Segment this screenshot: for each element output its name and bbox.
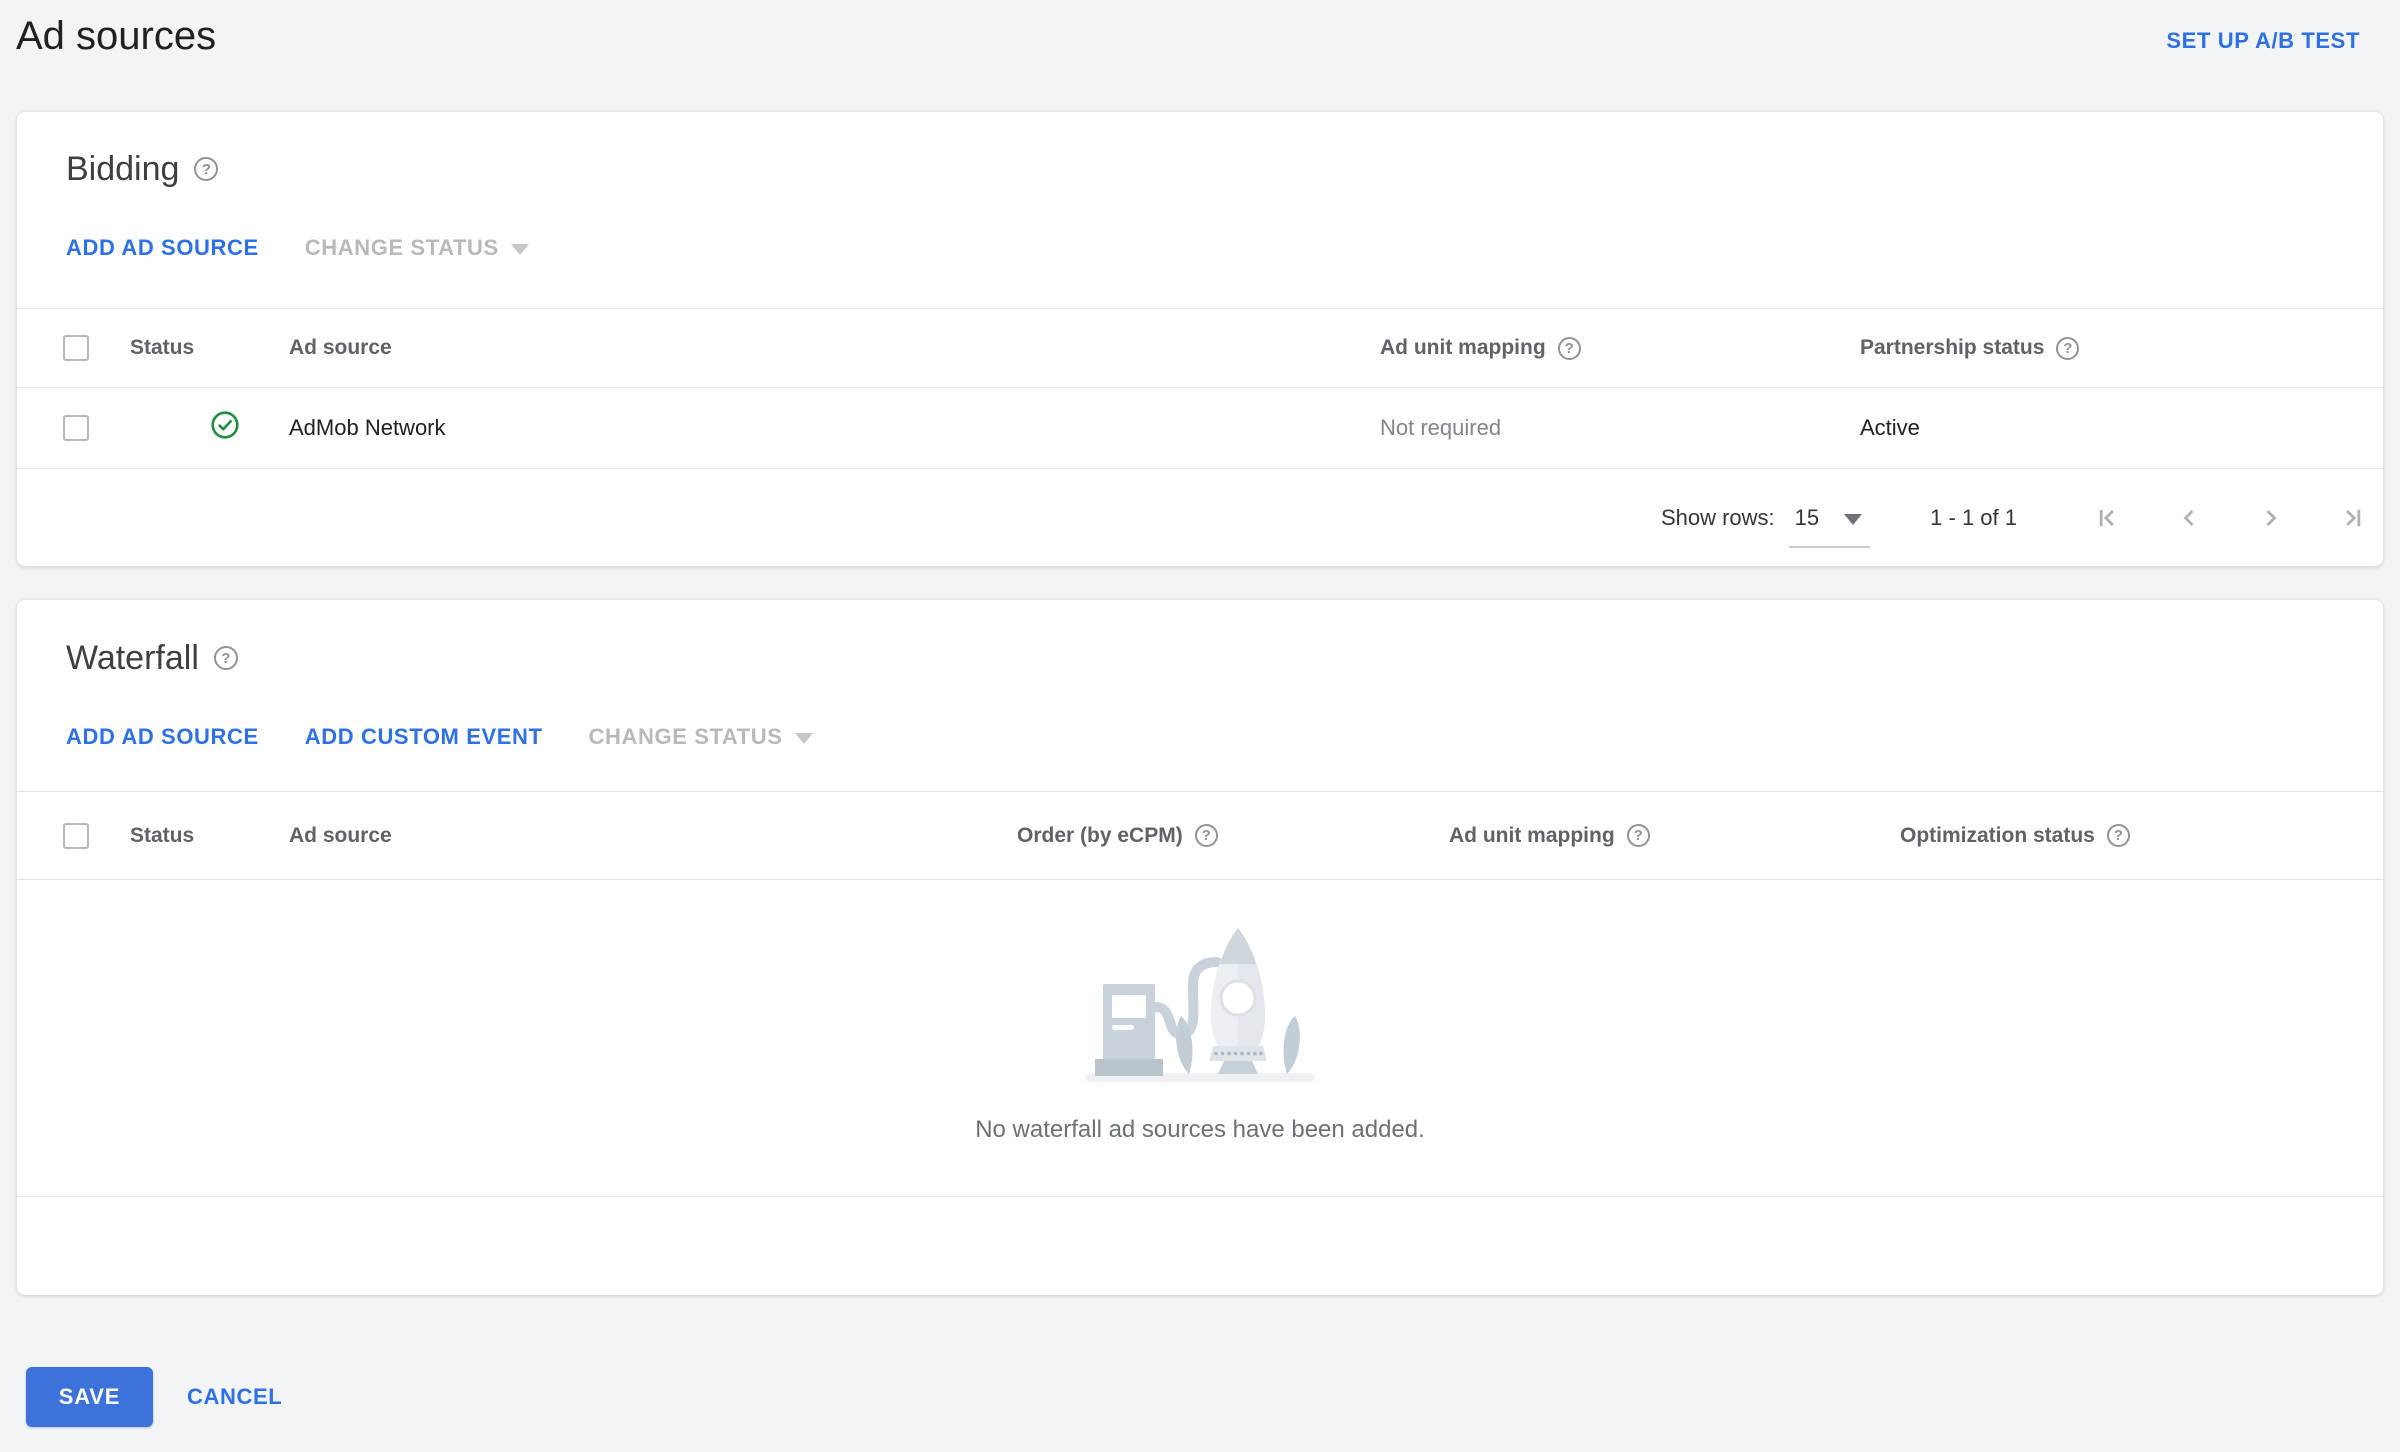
bidding-table-header: Status Ad source Ad unit mapping ? Partn…: [17, 308, 2383, 388]
change-status-button[interactable]: CHANGE STATUS: [589, 724, 813, 750]
column-header-order-ecpm: Order (by eCPM) ?: [1017, 824, 1449, 848]
help-icon[interactable]: ?: [2106, 824, 2130, 847]
column-header-status: Status: [130, 336, 195, 359]
first-page-icon[interactable]: [2093, 504, 2121, 532]
chevron-down-icon: [510, 244, 529, 255]
bidding-table: Status Ad source Ad unit mapping ? Partn…: [17, 308, 2383, 566]
waterfall-card: Waterfall ? ADD AD SOURCE ADD CUSTOM EVE…: [17, 600, 2383, 1295]
help-icon[interactable]: ?: [1626, 824, 1650, 847]
chevron-down-icon: [794, 733, 813, 744]
page-range: 1 - 1 of 1: [1930, 504, 2017, 530]
active-status-icon: [210, 410, 240, 440]
waterfall-table-header: Status Ad source Order (by eCPM) ? Ad un…: [17, 791, 2383, 880]
waterfall-title: Waterfall: [66, 639, 199, 677]
select-all-checkbox[interactable]: [63, 335, 89, 361]
help-icon[interactable]: ?: [213, 646, 238, 670]
bidding-card: Bidding ? ADD AD SOURCE CHANGE STATUS St…: [17, 112, 2383, 566]
change-status-label: CHANGE STATUS: [304, 235, 499, 260]
help-icon[interactable]: ?: [194, 157, 219, 181]
column-header-optimization-status: Optimization status ?: [1900, 824, 2383, 848]
waterfall-card-head: Waterfall ?: [17, 600, 2383, 678]
bidding-pagination: Show rows: 15 1 - 1 of 1: [17, 469, 2383, 566]
add-ad-source-button[interactable]: ADD AD SOURCE: [66, 724, 259, 750]
page-title: Ad sources: [16, 14, 217, 58]
ad-source-name: AdMob Network: [289, 415, 446, 440]
bidding-title: Bidding: [66, 150, 180, 188]
column-header-ad-unit-mapping: Ad unit mapping ?: [1449, 824, 1900, 848]
help-icon[interactable]: ?: [1557, 336, 1581, 360]
partnership-status-value: Active: [1860, 415, 1920, 440]
cancel-button[interactable]: CANCEL: [187, 1384, 282, 1410]
add-custom-event-button[interactable]: ADD CUSTOM EVENT: [305, 724, 543, 750]
next-page-icon[interactable]: [2257, 504, 2285, 532]
ad-unit-mapping-value: Not required: [1380, 415, 1502, 440]
pagination-nav: [2093, 504, 2367, 532]
page-header: Ad sources SET UP A/B TEST: [0, 0, 2400, 112]
ad-sources-page: Ad sources SET UP A/B TEST Bidding ? ADD…: [0, 0, 2400, 1452]
waterfall-actions: ADD AD SOURCE ADD CUSTOM EVENT CHANGE ST…: [17, 724, 2383, 750]
save-button[interactable]: SAVE: [26, 1367, 153, 1427]
change-status-label: CHANGE STATUS: [588, 724, 783, 749]
column-header-partnership-status: Partnership status ?: [1860, 336, 2383, 360]
bidding-card-head: Bidding ?: [17, 112, 2383, 189]
rows-per-page-select[interactable]: 15: [1788, 504, 1871, 548]
chevron-down-icon: [1844, 513, 1863, 525]
column-header-ad-source: Ad source: [289, 823, 392, 847]
waterfall-empty-state: No waterfall ad sources have been added.: [17, 880, 2383, 1197]
setup-ab-test-button[interactable]: SET UP A/B TEST: [2166, 28, 2360, 54]
select-all-checkbox[interactable]: [63, 822, 89, 849]
add-ad-source-button[interactable]: ADD AD SOURCE: [66, 235, 259, 261]
last-page-icon[interactable]: [2339, 504, 2367, 532]
column-header-ad-source: Ad source: [289, 336, 392, 359]
rows-per-page-value: 15: [1794, 504, 1820, 530]
rocket-illustration: [1085, 928, 1315, 1082]
show-rows-label: Show rows:: [1660, 504, 1775, 530]
empty-state-message: No waterfall ad sources have been added.: [975, 1116, 1425, 1143]
previous-page-icon[interactable]: [2175, 504, 2203, 532]
column-header-status: Status: [130, 823, 195, 847]
help-icon[interactable]: ?: [2056, 336, 2080, 360]
change-status-button[interactable]: CHANGE STATUS: [305, 235, 529, 261]
page-actions: SAVE CANCEL: [26, 1367, 2400, 1427]
table-row: AdMob Network Not required Active: [17, 388, 2383, 469]
waterfall-table: Status Ad source Order (by eCPM) ? Ad un…: [17, 791, 2383, 1197]
help-icon[interactable]: ?: [1194, 824, 1218, 847]
bidding-actions: ADD AD SOURCE CHANGE STATUS: [17, 235, 2383, 261]
row-checkbox[interactable]: [63, 415, 89, 441]
column-header-ad-unit-mapping: Ad unit mapping ?: [1380, 336, 1860, 360]
